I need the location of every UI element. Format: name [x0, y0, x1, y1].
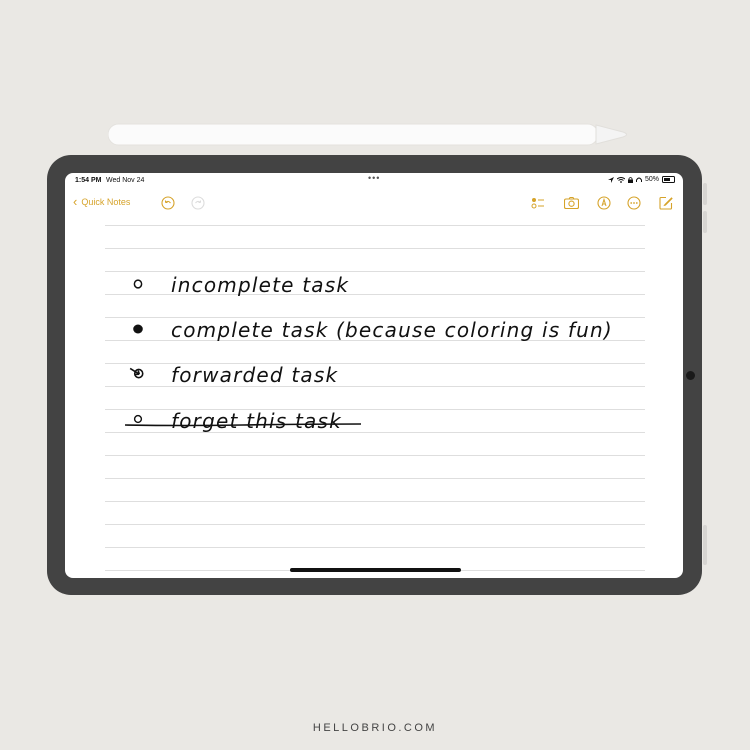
checklist-icon[interactable] — [531, 196, 545, 210]
ruled-line — [105, 501, 645, 502]
forward-arrow-icon — [129, 367, 144, 379]
side-button — [703, 525, 707, 565]
camera-icon[interactable] — [564, 196, 579, 210]
ruled-line — [105, 248, 645, 249]
status-bar: 1:54 PM Wed Nov 24 ••• 50% — [65, 173, 683, 187]
notes-screen: 1:54 PM Wed Nov 24 ••• 50% ‹ Quick Notes — [65, 173, 683, 578]
wifi-icon — [616, 176, 625, 183]
compose-icon[interactable] — [659, 196, 673, 210]
ruled-line — [105, 271, 645, 272]
ruled-line — [105, 225, 645, 226]
lined-note-page[interactable]: incomplete task complete task (because c… — [105, 225, 645, 571]
front-camera — [686, 371, 695, 380]
chevron-left-icon: ‹ — [73, 194, 78, 209]
headphones-icon — [635, 177, 642, 182]
home-indicator[interactable] — [290, 568, 461, 572]
ipad-device: 1:54 PM Wed Nov 24 ••• 50% ‹ Quick Notes — [47, 155, 707, 595]
brand-footer: HELLOBRIO.COM — [312, 722, 438, 734]
notes-toolbar: ‹ Quick Notes — [65, 193, 683, 215]
status-indicators: 50% — [607, 176, 675, 183]
more-icon[interactable] — [627, 196, 641, 210]
back-button[interactable]: ‹ Quick Notes — [73, 194, 131, 209]
battery-icon — [662, 176, 675, 183]
ruled-line — [105, 455, 645, 456]
volume-button — [703, 211, 707, 233]
redo-icon[interactable] — [191, 196, 205, 210]
status-date: Wed Nov 24 — [106, 177, 145, 184]
volume-button — [703, 183, 707, 205]
task-text: forget this task — [171, 409, 342, 433]
filled-dot-icon — [133, 324, 143, 334]
ruled-line — [105, 524, 645, 525]
back-button-label: Quick Notes — [81, 197, 131, 207]
task-text: forwarded task — [171, 363, 339, 387]
undo-icon[interactable] — [161, 196, 175, 210]
ruled-line — [105, 478, 645, 479]
open-circle-icon — [133, 279, 143, 289]
location-icon — [607, 176, 614, 183]
task-text: complete task (because coloring is fun) — [171, 318, 613, 342]
status-time: 1:54 PM — [75, 177, 102, 184]
apple-pencil — [108, 123, 630, 146]
lock-icon — [627, 176, 633, 183]
battery-percent: 50% — [644, 176, 659, 183]
multitasking-dots-icon[interactable]: ••• — [368, 173, 380, 183]
ruled-line — [105, 547, 645, 548]
task-text: incomplete task — [171, 273, 350, 297]
markup-icon[interactable] — [597, 196, 611, 210]
